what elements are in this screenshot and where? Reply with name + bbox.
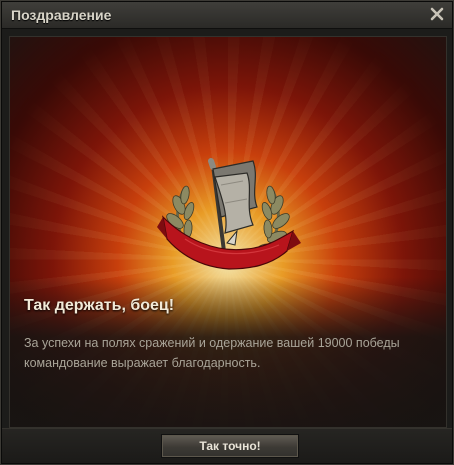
congratulation-dialog: Поздравление Так держать, боец! За успех… [0, 0, 454, 465]
close-icon[interactable] [428, 5, 446, 23]
confirm-button[interactable]: Так точно! [162, 435, 298, 457]
award-panel: Так держать, боец! За успехи на полях ср… [9, 36, 447, 428]
dialog-footer: Так точно! [2, 428, 452, 463]
title-bar[interactable]: Поздравление [2, 2, 452, 29]
dialog-title: Поздравление [11, 7, 112, 23]
banner-laurel-emblem-icon [155, 147, 301, 297]
award-heading: Так держать, боец! [24, 297, 175, 314]
award-message: За успехи на полях сражений и одержание … [24, 336, 400, 370]
